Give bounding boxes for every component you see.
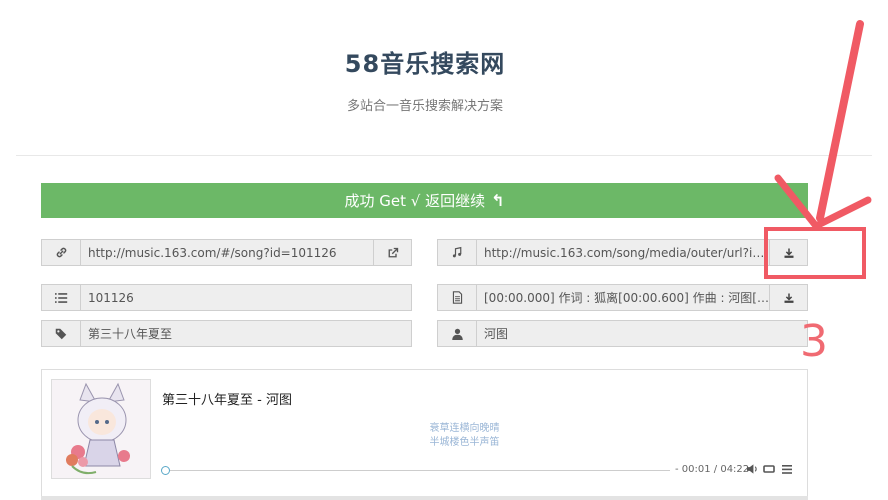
page-title: 58音乐搜索网 [344,50,506,78]
music-icon [438,240,477,265]
song-id-input[interactable] [81,285,411,310]
header-divider [16,155,872,156]
song-name-input[interactable] [81,321,411,346]
return-arrow-icon: ↰ [491,191,505,210]
open-link-button[interactable] [373,240,411,265]
song-link-field [41,239,412,266]
success-return-button[interactable]: 成功 Get √ 返回继续 ↰ [41,183,808,218]
lyrics-field [437,284,808,311]
media-url-input[interactable] [477,240,769,265]
progress-track[interactable] [170,470,670,471]
lyric-line-next: 半城楼色半声笛 [429,437,500,448]
success-label: 成功 Get √ 返回继续 [344,192,486,210]
menu-icon[interactable] [782,464,792,477]
tag-icon [42,321,81,346]
annotation-highlight-box [764,227,866,279]
song-name-field [41,320,412,347]
download-icon [784,293,793,303]
time-display: - 00:01 / 04:22 [675,464,750,475]
list-icon [42,285,81,310]
media-url-field [437,239,808,266]
loop-icon[interactable] [763,464,775,477]
link-icon [42,240,81,265]
user-icon [438,321,477,346]
download-lyrics-button[interactable] [769,285,807,310]
file-icon [438,285,477,310]
track-title: 第三十八年夏至 - 河图 [162,393,292,408]
artist-field [437,320,808,347]
annotation-step-number: 3 [800,316,828,367]
volume-icon[interactable] [747,464,758,477]
song-link-input[interactable] [81,240,373,265]
lyrics-display: 衰草连横向晚晴 半城楼色半声笛 [122,422,807,450]
page-subtitle: 多站合一音乐搜索解决方案 [346,99,503,114]
player-list-edge [41,496,808,500]
song-id-field [41,284,412,311]
lyrics-input[interactable] [477,285,769,310]
external-link-icon [388,247,398,257]
lyric-line-current: 衰草连横向晚晴 [429,423,500,434]
artist-input[interactable] [477,321,807,346]
audio-player: 第三十八年夏至 - 河图 衰草连横向晚晴 半城楼色半声笛 - 00:01 / 0… [41,369,808,500]
progress-handle[interactable] [161,466,170,475]
